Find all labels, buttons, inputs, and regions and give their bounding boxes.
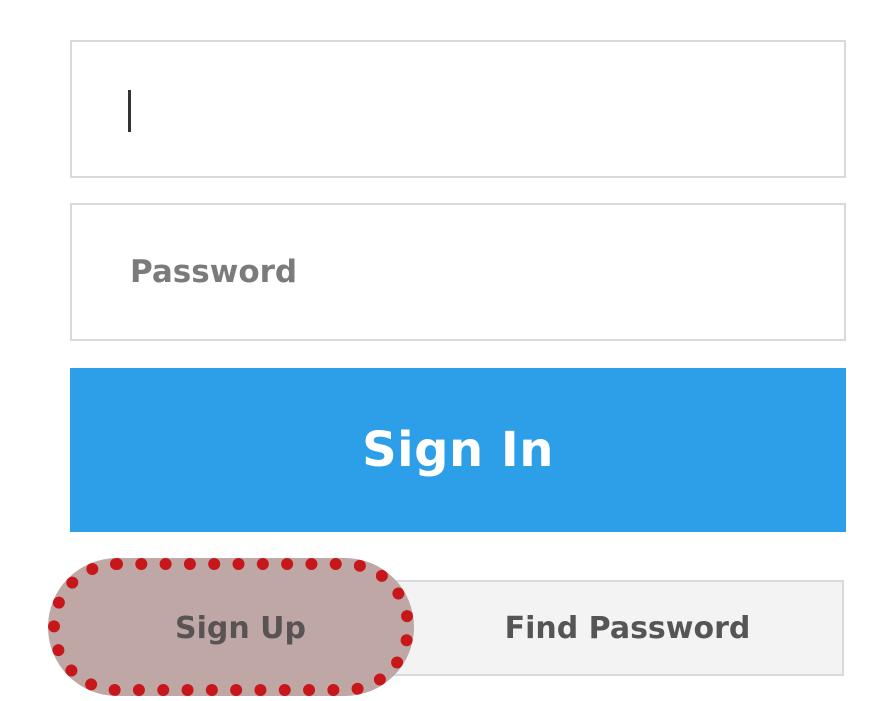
sign-in-button[interactable]: Sign In bbox=[70, 368, 846, 532]
id-input[interactable] bbox=[130, 42, 820, 176]
text-cursor bbox=[128, 90, 131, 132]
find-password-button[interactable]: Find Password bbox=[411, 582, 844, 674]
sign-up-label: Sign Up bbox=[174, 610, 306, 646]
password-field[interactable] bbox=[70, 203, 846, 341]
sign-up-button[interactable]: Sign Up bbox=[72, 582, 409, 674]
id-field[interactable] bbox=[70, 40, 846, 178]
sign-in-label: Sign In bbox=[362, 422, 554, 478]
password-input[interactable] bbox=[130, 205, 820, 339]
account-links-row: Sign Up Find Password bbox=[70, 580, 844, 676]
find-password-label: Find Password bbox=[504, 610, 751, 646]
